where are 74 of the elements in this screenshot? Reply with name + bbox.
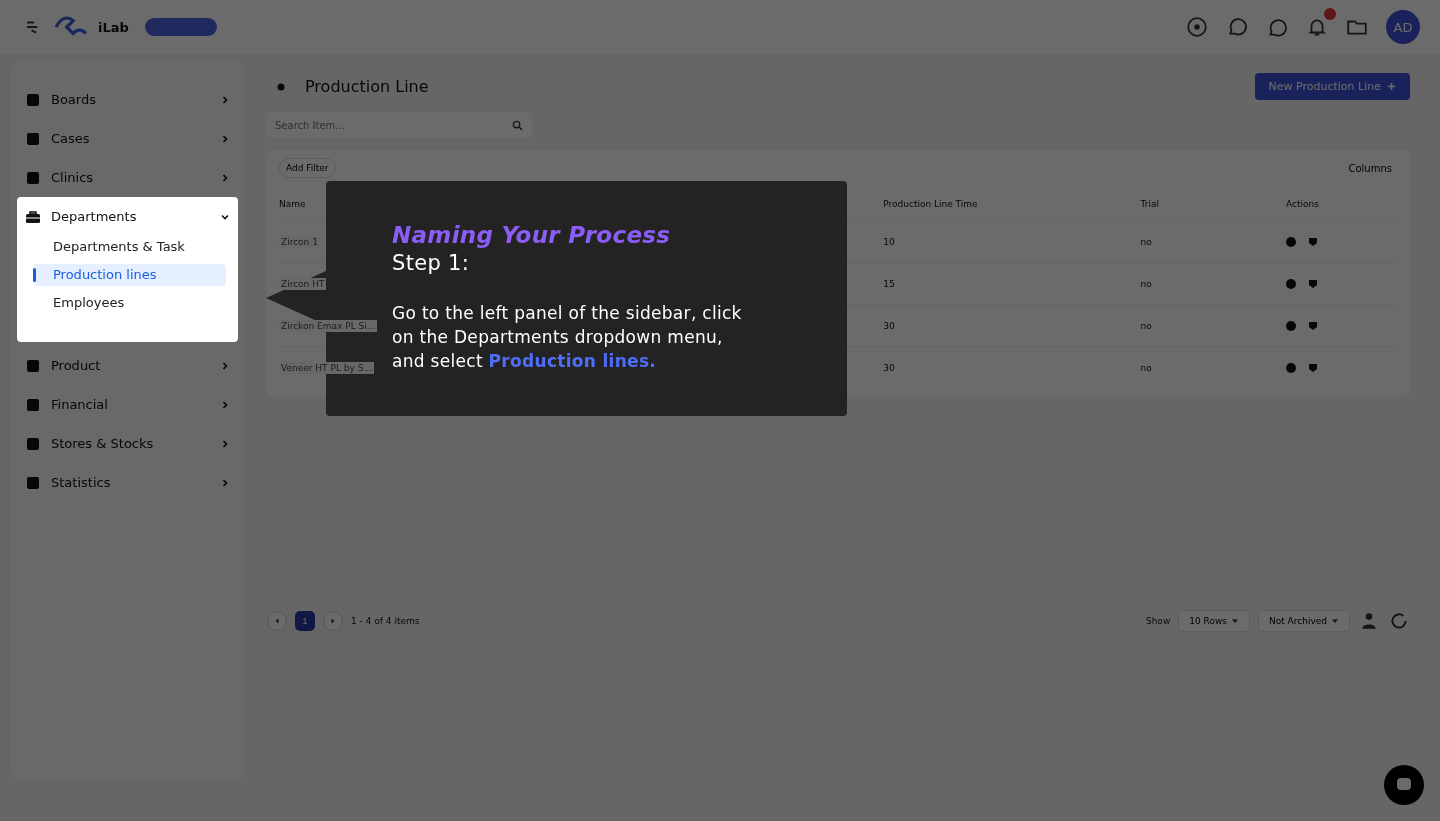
submenu-item[interactable]: Production lines xyxy=(33,264,226,286)
table-cell: no xyxy=(1140,220,1287,263)
column-header: Production Line Time xyxy=(883,188,1141,221)
circle-icon[interactable] xyxy=(1286,236,1297,247)
table-cell: Zircon 1 xyxy=(279,235,320,248)
sidebar-label: Statistics xyxy=(51,475,112,490)
sidebar-item[interactable]: Departments xyxy=(17,197,238,236)
column-header: Actions xyxy=(1286,188,1398,221)
submenu-item[interactable]: Employees xyxy=(33,292,226,314)
square-icon xyxy=(25,357,41,374)
table-cell: 30 xyxy=(883,304,1141,347)
dot-icon xyxy=(277,82,285,91)
chat-button[interactable] xyxy=(1384,765,1424,805)
rows-dropdown[interactable]: 10 Rows xyxy=(1178,610,1250,632)
table-cell: Veneer HT PL by S... xyxy=(279,361,374,374)
table-cell: 15 xyxy=(883,262,1141,305)
sidebar-label: Product xyxy=(51,358,102,373)
shield-icon[interactable] xyxy=(1308,236,1319,247)
square-icon xyxy=(25,396,41,413)
next-page-button[interactable] xyxy=(323,611,343,631)
briefcase-icon xyxy=(25,208,41,225)
table-cell: 30 xyxy=(883,346,1141,388)
sidebar-item[interactable]: Clinics xyxy=(17,158,238,197)
sidebar-item[interactable]: Stores & Stocks xyxy=(17,424,238,463)
sidebar-item[interactable]: Product xyxy=(17,346,238,385)
sidebar-item[interactable]: Cases xyxy=(17,119,238,158)
add-filter-button[interactable]: Add Filter xyxy=(279,158,336,178)
table-cell: no xyxy=(1140,262,1287,305)
square-icon xyxy=(25,435,41,452)
tour-title: Naming Your Process xyxy=(392,221,672,249)
square-icon xyxy=(25,169,41,186)
table-cell: no xyxy=(1140,346,1287,388)
submenu-item[interactable]: Departments & Task xyxy=(33,236,226,258)
square-icon xyxy=(25,91,41,108)
shield-icon[interactable] xyxy=(1308,278,1319,289)
table-cell: 10 xyxy=(883,220,1141,263)
square-icon xyxy=(25,130,41,147)
sidebar-label: Boards xyxy=(51,92,97,107)
tour-step: Step 1: xyxy=(392,249,827,277)
sidebar-item[interactable]: Boards xyxy=(17,80,238,119)
shield-icon[interactable] xyxy=(1308,362,1319,373)
user-avatar[interactable]: AD xyxy=(1386,10,1420,44)
chat-icon[interactable] xyxy=(1266,16,1288,38)
sidebar-label: Clinics xyxy=(51,170,95,185)
search-field[interactable]: Search Item... xyxy=(267,112,532,138)
item-range: 1 - 4 of 4 items xyxy=(351,616,420,626)
circle-icon[interactable] xyxy=(1286,320,1297,331)
page-title: Production Line xyxy=(305,77,429,96)
tour-text: Go to the left panel of the sidebar, click on the Departments dropdown menu, and select Production lines. xyxy=(392,302,743,373)
page-button[interactable]: 1 xyxy=(295,611,315,631)
square-icon xyxy=(25,474,41,491)
column-header: Trial xyxy=(1140,188,1287,221)
previous-page-button[interactable] xyxy=(267,611,287,631)
sidebar-label: Financial xyxy=(51,397,109,412)
columns-button[interactable]: Columns xyxy=(1342,161,1398,175)
sidebar-label: Stores & Stocks xyxy=(51,436,155,451)
column-header: Name xyxy=(279,188,884,221)
table-cell: no xyxy=(1140,304,1287,347)
caret-icon xyxy=(1331,617,1339,625)
circle-icon[interactable] xyxy=(1286,278,1297,289)
shield-icon[interactable] xyxy=(1308,320,1319,331)
sidebar-item[interactable]: Financial xyxy=(17,385,238,424)
sidebar-item[interactable]: Statistics xyxy=(17,463,238,502)
caret-icon xyxy=(1230,617,1239,625)
brand-name: iLab xyxy=(98,19,129,35)
archive-dropdown[interactable]: Not Archived xyxy=(1257,610,1350,632)
search-icon xyxy=(512,120,523,131)
new-production-line-button[interactable]: New Production Line xyxy=(1254,73,1410,100)
sidebar-label: Cases xyxy=(51,131,91,146)
table-cell: Zircon HT xyxy=(279,277,327,290)
plus-icon xyxy=(1387,82,1396,91)
show-label: Show xyxy=(1145,616,1171,626)
sidebar-label: Departments xyxy=(51,209,138,224)
circle-icon[interactable] xyxy=(1286,362,1297,373)
